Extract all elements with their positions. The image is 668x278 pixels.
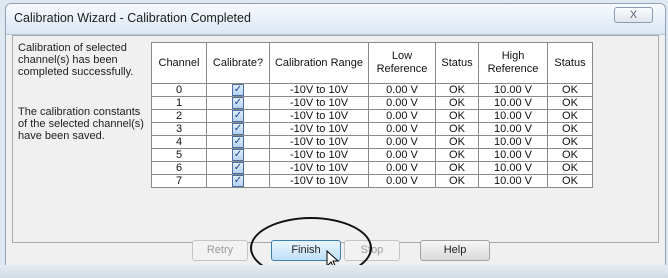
high-status-cell: OK bbox=[547, 83, 593, 97]
calibrate-checkbox[interactable]: ✓ bbox=[206, 135, 270, 149]
col-calibrate: Calibrate? bbox=[206, 42, 270, 84]
table-row: 3 ✓ -10V to 10V 0.00 V OK 10.00 V OK bbox=[151, 122, 593, 136]
calibrate-checkbox[interactable]: ✓ bbox=[206, 109, 270, 123]
checkmark-icon[interactable]: ✓ bbox=[232, 123, 244, 135]
calibrate-checkbox[interactable]: ✓ bbox=[206, 148, 270, 162]
channel-cell: 5 bbox=[151, 148, 207, 162]
help-button[interactable]: Help bbox=[420, 240, 490, 261]
low-reference-cell: 0.00 V bbox=[368, 109, 436, 123]
calibration-range-cell[interactable]: -10V to 10V bbox=[269, 174, 369, 188]
low-status-cell: OK bbox=[435, 135, 479, 149]
low-status-cell: OK bbox=[435, 148, 479, 162]
calibration-table: Channel Calibrate? Calibration Range Low… bbox=[151, 42, 593, 188]
calibrate-checkbox[interactable]: ✓ bbox=[206, 161, 270, 175]
table-row: 0 ✓ -10V to 10V 0.00 V OK 10.00 V OK bbox=[151, 83, 593, 97]
high-status-cell: OK bbox=[547, 109, 593, 123]
window-title: Calibration Wizard - Calibration Complet… bbox=[14, 11, 251, 25]
high-reference-cell: 10.00 V bbox=[478, 109, 548, 123]
checkmark-icon[interactable]: ✓ bbox=[232, 97, 244, 109]
channel-cell: 1 bbox=[151, 96, 207, 110]
col-low-status: Status bbox=[435, 42, 479, 84]
table-row: 1 ✓ -10V to 10V 0.00 V OK 10.00 V OK bbox=[151, 96, 593, 110]
checkmark-icon[interactable]: ✓ bbox=[232, 136, 244, 148]
col-low-reference: Low Reference bbox=[368, 42, 436, 84]
high-status-cell: OK bbox=[547, 135, 593, 149]
low-reference-cell: 0.00 V bbox=[368, 83, 436, 97]
high-reference-cell: 10.00 V bbox=[478, 148, 548, 162]
low-status-cell: OK bbox=[435, 122, 479, 136]
high-status-cell: OK bbox=[547, 96, 593, 110]
calibration-range-cell[interactable]: -10V to 10V bbox=[269, 96, 369, 110]
channel-cell: 6 bbox=[151, 161, 207, 175]
col-channel: Channel bbox=[151, 42, 207, 84]
completion-message: Calibration of selected channel(s) has b… bbox=[18, 42, 134, 78]
calibrate-checkbox[interactable]: ✓ bbox=[206, 83, 270, 97]
low-reference-cell: 0.00 V bbox=[368, 161, 436, 175]
checkmark-icon[interactable]: ✓ bbox=[232, 175, 244, 187]
checkmark-icon[interactable]: ✓ bbox=[232, 162, 244, 174]
taskbar-strip bbox=[0, 265, 668, 278]
high-status-cell: OK bbox=[547, 174, 593, 188]
low-status-cell: OK bbox=[435, 174, 479, 188]
calibration-range-cell[interactable]: -10V to 10V bbox=[269, 148, 369, 162]
high-reference-cell: 10.00 V bbox=[478, 135, 548, 149]
table-header-row: Channel Calibrate? Calibration Range Low… bbox=[151, 42, 593, 84]
table-row: 5 ✓ -10V to 10V 0.00 V OK 10.00 V OK bbox=[151, 148, 593, 162]
high-reference-cell: 10.00 V bbox=[478, 96, 548, 110]
calibration-range-cell[interactable]: -10V to 10V bbox=[269, 135, 369, 149]
low-status-cell: OK bbox=[435, 83, 479, 97]
channel-cell: 0 bbox=[151, 83, 207, 97]
table-row: 6 ✓ -10V to 10V 0.00 V OK 10.00 V OK bbox=[151, 161, 593, 175]
low-reference-cell: 0.00 V bbox=[368, 96, 436, 110]
low-status-cell: OK bbox=[435, 109, 479, 123]
col-calibration-range: Calibration Range bbox=[269, 42, 369, 84]
table-row: 4 ✓ -10V to 10V 0.00 V OK 10.00 V OK bbox=[151, 135, 593, 149]
high-reference-cell: 10.00 V bbox=[478, 174, 548, 188]
high-status-cell: OK bbox=[547, 122, 593, 136]
calibration-range-cell[interactable]: -10V to 10V bbox=[269, 83, 369, 97]
col-high-status: Status bbox=[547, 42, 593, 84]
low-reference-cell: 0.00 V bbox=[368, 174, 436, 188]
col-high-reference: High Reference bbox=[478, 42, 548, 84]
table-row: 7 ✓ -10V to 10V 0.00 V OK 10.00 V OK bbox=[151, 174, 593, 188]
checkmark-icon[interactable]: ✓ bbox=[232, 84, 244, 96]
checkmark-icon[interactable]: ✓ bbox=[232, 110, 244, 122]
high-reference-cell: 10.00 V bbox=[478, 83, 548, 97]
high-status-cell: OK bbox=[547, 161, 593, 175]
high-reference-cell: 10.00 V bbox=[478, 122, 548, 136]
close-button[interactable]: X bbox=[614, 7, 653, 23]
low-status-cell: OK bbox=[435, 96, 479, 110]
retry-button[interactable]: Retry bbox=[192, 240, 248, 261]
low-reference-cell: 0.00 V bbox=[368, 135, 436, 149]
calibration-range-cell[interactable]: -10V to 10V bbox=[269, 109, 369, 123]
wizard-panel: Calibration of selected channel(s) has b… bbox=[12, 35, 659, 243]
calibration-range-cell[interactable]: -10V to 10V bbox=[269, 122, 369, 136]
low-status-cell: OK bbox=[435, 161, 479, 175]
calibrate-checkbox[interactable]: ✓ bbox=[206, 96, 270, 110]
high-reference-cell: 10.00 V bbox=[478, 161, 548, 175]
saved-message: The calibration constants of the selecte… bbox=[18, 106, 144, 142]
channel-cell: 2 bbox=[151, 109, 207, 123]
low-reference-cell: 0.00 V bbox=[368, 122, 436, 136]
close-icon: X bbox=[629, 9, 638, 21]
calibrate-checkbox[interactable]: ✓ bbox=[206, 122, 270, 136]
low-reference-cell: 0.00 V bbox=[368, 148, 436, 162]
table-row: 2 ✓ -10V to 10V 0.00 V OK 10.00 V OK bbox=[151, 109, 593, 123]
title-bar: Calibration Wizard - Calibration Complet… bbox=[6, 4, 665, 35]
channel-cell: 7 bbox=[151, 174, 207, 188]
calibration-wizard-window: Calibration Wizard - Calibration Complet… bbox=[5, 3, 666, 278]
calibrate-checkbox[interactable]: ✓ bbox=[206, 174, 270, 188]
calibration-range-cell[interactable]: -10V to 10V bbox=[269, 161, 369, 175]
channel-cell: 3 bbox=[151, 122, 207, 136]
high-status-cell: OK bbox=[547, 148, 593, 162]
channel-cell: 4 bbox=[151, 135, 207, 149]
checkmark-icon[interactable]: ✓ bbox=[232, 149, 244, 161]
